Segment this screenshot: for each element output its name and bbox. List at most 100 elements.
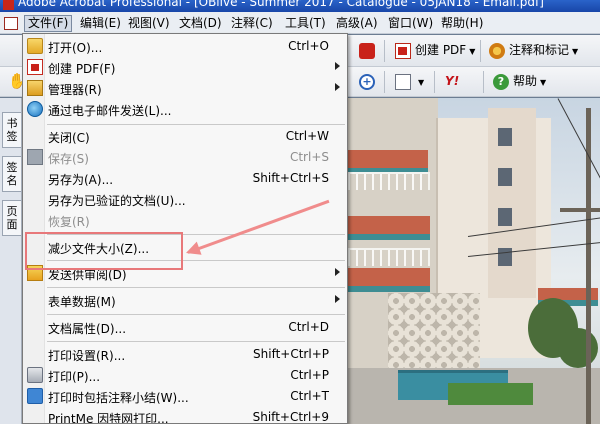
acrobat-app-icon	[3, 0, 14, 10]
create-pdf-icon	[395, 42, 411, 59]
photo-window	[498, 208, 512, 226]
comment-summary-icon	[27, 388, 43, 404]
menu-file[interactable]: 文件(F)	[24, 15, 73, 32]
menu-item-save-certified[interactable]: 另存为已验证的文档(U)...	[23, 189, 347, 210]
menu-item-form-data[interactable]: 表单数据(M)	[23, 290, 347, 311]
menu-item-label: 打印(P)...	[48, 370, 101, 384]
menu-item-label: PrintMe 因特网打印...	[48, 412, 169, 424]
menu-bar: 文件(F) 编辑(E) 视图(V) 文档(D) 注释(C) 工具(T) 高级(A…	[0, 12, 600, 34]
secure-button[interactable]	[354, 39, 384, 61]
photo-pole-crossbar	[560, 208, 600, 212]
menu-item-shortcut: Ctrl+P	[290, 368, 329, 382]
menu-tools[interactable]: 工具(T)	[282, 15, 329, 32]
menu-edit[interactable]: 编辑(E)	[77, 15, 124, 32]
toolbar-separator	[384, 40, 385, 62]
chevron-down-icon: ▼	[572, 47, 579, 56]
menu-separator	[47, 124, 345, 125]
document-page[interactable]	[348, 98, 600, 424]
create-pdf-label: 创建 PDF	[415, 43, 467, 57]
menu-separator	[47, 314, 345, 315]
menu-item-document-properties[interactable]: 文档属性(D)... Ctrl+D	[23, 317, 347, 338]
menu-item-open[interactable]: 打开(O)... Ctrl+O	[23, 36, 347, 57]
help-button[interactable]: ? 帮助 ▼	[488, 70, 551, 92]
photo-railing	[348, 172, 430, 190]
photo-balcony	[348, 150, 428, 174]
menu-item-create-pdf[interactable]: 创建 PDF(F)	[23, 57, 347, 78]
menu-item-label: 另存为(A)...	[48, 173, 114, 187]
menu-item-save-as[interactable]: 另存为(A)... Shift+Ctrl+S	[23, 168, 347, 189]
menu-window[interactable]: 窗口(W)	[385, 15, 436, 32]
yahoo-button[interactable]: Y!	[440, 70, 464, 92]
menu-item-save[interactable]: 保存(S) Ctrl+S	[23, 147, 347, 168]
submenu-arrow-icon	[335, 268, 340, 276]
zoom-in-icon: +	[359, 73, 375, 90]
chevron-down-icon: ▼	[540, 78, 547, 87]
toolbar-separator	[483, 71, 484, 93]
yahoo-label: Y!	[445, 74, 460, 88]
photo-balcony	[348, 268, 430, 292]
menu-item-shortcut: Shift+Ctrl+S	[252, 171, 329, 185]
help-label: 帮助	[513, 74, 538, 88]
navigation-panel: 书签 签名 页面	[0, 98, 22, 424]
document-icon[interactable]	[4, 17, 18, 30]
menu-item-shortcut: Shift+Ctrl+9	[252, 410, 329, 424]
create-pdf-button[interactable]: 创建 PDF ▼	[390, 39, 480, 61]
chevron-down-icon: ▼	[418, 78, 425, 87]
menu-item-shortcut: Ctrl+D	[288, 320, 329, 334]
menu-item-shortcut: Ctrl+W	[285, 129, 329, 143]
zoom-in-button[interactable]: +	[354, 70, 384, 92]
photo-breeze-block-wall	[388, 293, 480, 373]
menu-comments[interactable]: 注释(C)	[228, 15, 276, 32]
menu-item-shortcut: Ctrl+S	[289, 150, 329, 164]
photo-window	[498, 168, 512, 186]
menu-item-label: 管理器(R)	[48, 83, 102, 97]
menu-item-print-setup[interactable]: 打印设置(R)... Shift+Ctrl+P	[23, 344, 347, 365]
toolbar-separator	[434, 71, 435, 93]
toolbar-separator	[480, 40, 481, 62]
menu-item-print[interactable]: 打印(P)... Ctrl+P	[23, 365, 347, 386]
menu-item-label: 打印时包括注释小结(W)...	[48, 391, 189, 405]
open-folder-icon	[27, 38, 43, 54]
toolbar-separator	[384, 71, 385, 93]
page-layout-button[interactable]: ▼	[390, 70, 429, 92]
submenu-arrow-icon	[335, 62, 340, 70]
photo-tower	[488, 108, 536, 298]
photo-tree	[558, 328, 598, 368]
menu-item-organizer[interactable]: 管理器(R)	[23, 78, 347, 99]
menu-item-label: 打开(O)...	[48, 41, 103, 55]
submenu-arrow-icon	[335, 295, 340, 303]
menu-item-close[interactable]: 关闭(C) Ctrl+W	[23, 126, 347, 147]
menu-item-shortcut: Shift+Ctrl+P	[253, 347, 329, 361]
menu-view[interactable]: 视图(V)	[125, 15, 173, 32]
comment-markup-button[interactable]: 注释和标记 ▼	[484, 39, 583, 61]
photo-window	[498, 128, 512, 146]
menu-item-label: 保存(S)	[48, 152, 89, 166]
menu-item-label: 创建 PDF(F)	[48, 62, 116, 76]
menu-item-email[interactable]: 通过电子邮件发送(L)...	[23, 99, 347, 120]
comment-tools-icon	[489, 42, 505, 59]
page-layout-icon	[395, 73, 411, 90]
menu-advanced[interactable]: 高级(A)	[333, 15, 381, 32]
menu-item-label: 恢复(R)	[48, 215, 90, 229]
save-icon	[27, 149, 43, 165]
window-title: Adobe Acrobat Professional - [OBlive - S…	[18, 0, 544, 9]
menu-help[interactable]: 帮助(H)	[438, 15, 486, 32]
title-bar: Adobe Acrobat Professional - [OBlive - S…	[0, 0, 600, 12]
photo-railing	[348, 248, 430, 266]
menu-document[interactable]: 文档(D)	[176, 15, 225, 32]
menu-item-label: 表单数据(M)	[48, 295, 116, 309]
menu-item-label: 关闭(C)	[48, 131, 90, 145]
tab-signatures[interactable]: 签名	[2, 156, 21, 192]
menu-item-shortcut: Ctrl+O	[288, 39, 329, 53]
menu-item-printme[interactable]: PrintMe 因特网打印... Shift+Ctrl+9	[23, 407, 347, 424]
create-pdf-icon	[27, 59, 43, 75]
comment-markup-label: 注释和标记	[509, 43, 570, 57]
menu-item-print-with-comments[interactable]: 打印时包括注释小结(W)... Ctrl+T	[23, 386, 347, 407]
file-menu-dropdown: 打开(O)... Ctrl+O 创建 PDF(F) 管理器(R) 通过电子邮件发…	[22, 33, 348, 424]
tab-bookmarks[interactable]: 书签	[2, 112, 21, 148]
lock-icon	[359, 42, 375, 59]
tab-pages[interactable]: 页面	[2, 200, 21, 236]
annotation-highlight-box	[25, 232, 183, 270]
menu-separator	[47, 287, 345, 288]
menu-item-label: 通过电子邮件发送(L)...	[48, 104, 172, 118]
